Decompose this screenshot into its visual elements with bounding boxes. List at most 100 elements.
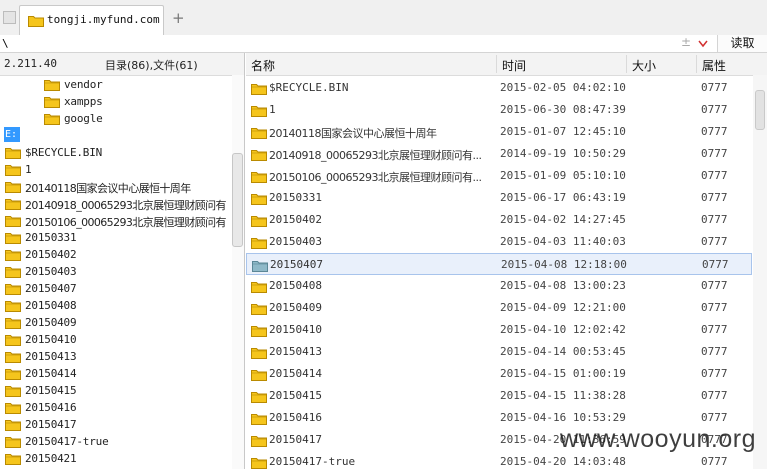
folder-icon [5,214,21,229]
tree-item[interactable]: 20150413 [5,348,232,365]
tree-item-label: 20150410 [25,333,77,346]
tree-header: 2.211.40 目录(86),文件(61) [0,53,244,76]
tree-item[interactable]: 20150421 [5,450,232,467]
file-time: 2015-06-17 06:43:19 [500,191,626,204]
file-row[interactable]: 20150403 2015-04-03 11:40:03 0777 [246,231,752,253]
folder-icon [251,346,267,362]
tree-item[interactable]: 20150331 [5,229,232,246]
folder-icon [5,282,21,297]
file-row[interactable]: 20150413 2015-04-14 00:53:45 0777 [246,341,752,363]
file-attr: 0777 [702,258,729,271]
list-scrollbar[interactable] [755,90,765,130]
tree-item[interactable]: $RECYCLE.BIN [5,144,232,161]
file-attr: 0777 [701,213,728,226]
tree-scroll-track[interactable] [232,75,244,469]
path-input[interactable] [0,35,670,52]
tree-item-label: 20150413 [25,350,77,363]
file-row[interactable]: 20140918_00065293北京展恒理财顾问有... 2014-09-19 … [246,143,752,165]
file-row[interactable]: 20150414 2015-04-15 01:00:19 0777 [246,363,752,385]
tree-item[interactable]: xampps [44,93,232,110]
plus-minus-icon[interactable]: ± [681,35,691,49]
tree-item-label: 20140118国家会议中心展恒十周年 [25,182,191,195]
folder-icon [251,412,267,428]
file-attr: 0777 [701,81,728,94]
tab-bar: tongji.myfund.com + [0,0,767,36]
file-row[interactable]: 20150410 2015-04-10 12:02:42 0777 [246,319,752,341]
file-name: 20150331 [269,191,322,204]
folder-icon [5,367,21,382]
folder-icon [251,126,267,142]
tree-item-label: 20150416 [25,401,77,414]
folder-icon [251,390,267,406]
file-row[interactable]: 20140118国家会议中心展恒十周年 2015-01-07 12:45:10 07… [246,121,752,143]
file-time: 2015-01-09 05:10:10 [500,169,626,182]
folder-icon [5,316,21,331]
tree-item-label: 20150403 [25,265,77,278]
drive-e[interactable]: E: [4,127,20,142]
tree-item-label: 20150414 [25,367,77,380]
folder-icon [5,231,21,246]
tree-item[interactable]: 20150407 [5,280,232,297]
column-name[interactable]: 名称 [251,57,275,74]
file-row[interactable]: 20150408 2015-04-08 13:00:23 0777 [246,275,752,297]
tree-item[interactable]: vendor [44,76,232,93]
tree-item[interactable]: 20150415 [5,382,232,399]
file-row[interactable]: 20150409 2015-04-09 12:21:00 0777 [246,297,752,319]
column-attr[interactable]: 属性 [702,57,726,74]
new-tab-button[interactable]: + [172,9,185,27]
file-time: 2015-01-07 12:45:10 [500,125,626,138]
file-time: 2015-04-14 00:53:45 [500,345,626,358]
folder-icon [5,435,21,450]
file-list: 名称 时间 大小 属性 $RECYCLE.BIN 2015-02-05 04:02… [246,53,767,469]
column-divider[interactable] [626,55,627,73]
column-time[interactable]: 时间 [502,57,526,74]
tab-menu-icon[interactable] [3,11,16,24]
read-button[interactable]: 读取 [717,35,767,52]
column-divider[interactable] [496,55,497,73]
folder-icon [5,265,21,280]
folder-icon [251,236,267,252]
column-divider[interactable] [696,55,697,73]
folder-icon [251,368,267,384]
tree-scrollbar[interactable] [232,153,243,247]
file-attr: 0777 [701,323,728,336]
tree-item[interactable]: 20140118国家会议中心展恒十周年 [5,178,232,195]
file-name: 20150414 [269,367,322,380]
file-row[interactable]: 20150106_00065293北京展恒理财顾问有... 2015-01-09 … [246,165,752,187]
tree-item[interactable]: 20150408 [5,297,232,314]
tree-item[interactable]: 20150402 [5,246,232,263]
tab-active[interactable]: tongji.myfund.com [19,5,164,35]
file-name: 20150416 [269,411,322,424]
tree-item[interactable]: 20150417 [5,416,232,433]
tree-item[interactable]: google [44,110,232,127]
tree-item-label: 20140918_00065293北京展恒理财顾问有 [25,199,226,212]
tree-item[interactable]: 20150106_00065293北京展恒理财顾问有 [5,212,232,229]
tree-item[interactable]: 20150414 [5,365,232,382]
file-row[interactable]: $RECYCLE.BIN 2015-02-05 04:02:10 0777 [246,77,752,99]
file-row[interactable]: 20150402 2015-04-02 14:27:45 0777 [246,209,752,231]
tree-item[interactable]: 20150417-true [5,433,232,450]
watermark: www.wooyun.org [560,425,756,453]
tree-item[interactable]: 20150410 [5,331,232,348]
file-time: 2015-04-08 13:00:23 [500,279,626,292]
file-attr: 0777 [701,169,728,182]
file-time: 2015-04-15 01:00:19 [500,367,626,380]
tree-item[interactable]: 1 [5,161,232,178]
tab-label: tongji.myfund.com [47,13,160,26]
file-row[interactable]: 20150407 2015-04-08 12:18:00 0777 [246,253,752,275]
file-attr: 0777 [701,455,728,468]
file-row[interactable]: 20150331 2015-06-17 06:43:19 0777 [246,187,752,209]
tree-item[interactable]: 20150409 [5,314,232,331]
tree-item[interactable]: 20150403 [5,263,232,280]
file-row[interactable]: 1 2015-06-30 08:47:39 0777 [246,99,752,121]
folder-icon [251,302,267,318]
file-row[interactable]: 20150415 2015-04-15 11:38:28 0777 [246,385,752,407]
list-scroll-track[interactable] [753,75,767,469]
tree-item[interactable]: 20140918_00065293北京展恒理财顾问有 [5,195,232,212]
tree-item[interactable]: 20150416 [5,399,232,416]
column-size[interactable]: 大小 [632,57,656,74]
file-attr: 0777 [701,103,728,116]
file-attr: 0777 [701,125,728,138]
chevron-down-icon[interactable] [698,38,708,51]
folder-icon [5,146,21,161]
